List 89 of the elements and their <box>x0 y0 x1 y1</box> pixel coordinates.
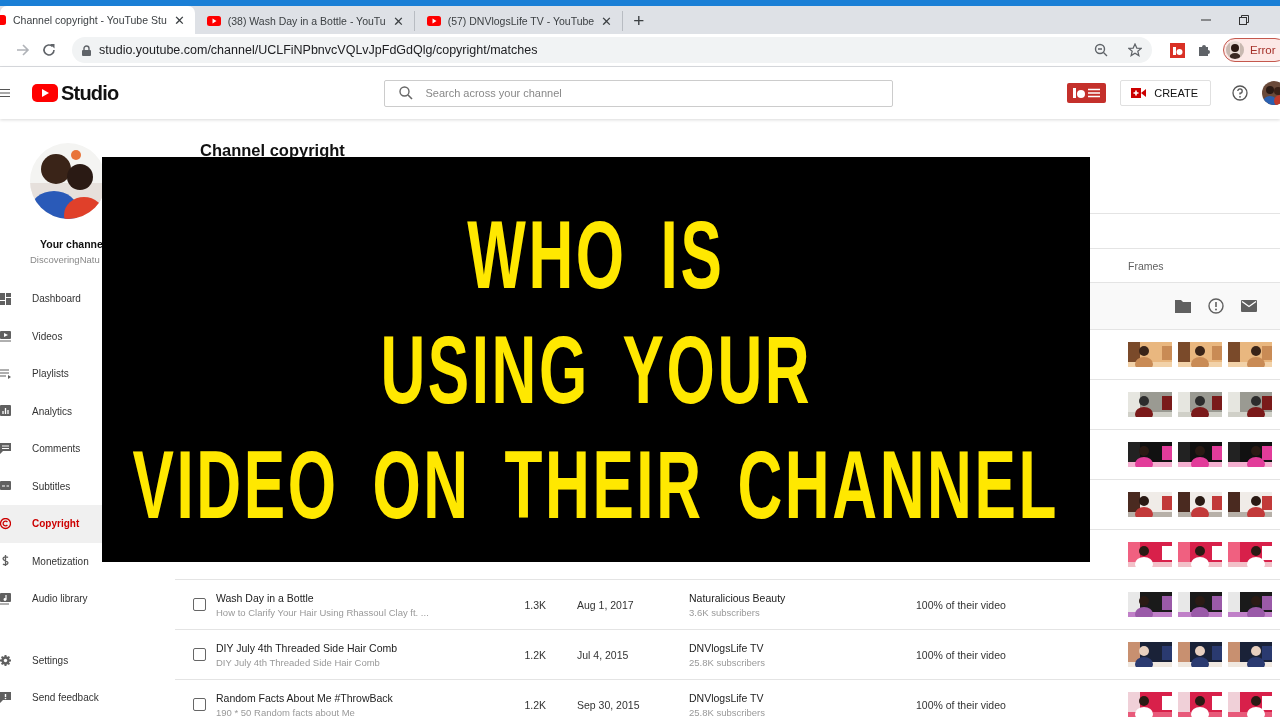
column-header: Frames <box>1128 259 1165 272</box>
settings-icon <box>0 654 11 666</box>
sidebar-item[interactable]: Copyright <box>0 505 102 543</box>
sidebar-item[interactable]: Playlists <box>0 355 102 393</box>
date-text: Jul 4, 2015 <box>577 648 630 661</box>
feedback-icon <box>0 692 11 704</box>
channel-name: DNVlogsLife TV <box>689 641 765 654</box>
video-title: DIY July 4th Threaded Side Hair Comb <box>216 641 399 654</box>
create-button[interactable]: CREATE <box>1120 80 1211 106</box>
checkbox[interactable] <box>193 598 206 611</box>
video-title: Wash Day in a Bottle <box>216 591 315 604</box>
sidebar-item[interactable]: Send feedback <box>0 679 102 717</box>
headline-text: USING YOUR <box>380 314 812 426</box>
dollar-icon <box>0 555 11 568</box>
music-icon <box>0 592 11 605</box>
youtube-logo-icon <box>206 16 221 26</box>
checkbox[interactable] <box>193 698 206 711</box>
headline-text: WHO IS <box>467 199 725 311</box>
subscriber-count: 25.8K subscribers <box>689 706 767 718</box>
star-icon[interactable] <box>1128 43 1142 57</box>
video-icon <box>0 330 11 343</box>
checkbox[interactable] <box>193 648 206 661</box>
match-text: 100% of their video <box>916 598 1007 611</box>
new-tab-button[interactable]: + <box>633 10 645 30</box>
search-input[interactable]: Search across your channel <box>425 87 879 99</box>
video-subtitle: 190 * 50 Random facts about Me <box>216 706 356 718</box>
address-bar[interactable]: studio.youtube.com/channel/UCLFiNPbnvcVQLvJpFdGdQlg/copyright/matches <box>72 37 1152 63</box>
video-title: Random Facts About Me #ThrowBack <box>216 691 394 704</box>
search-field[interactable]: Search across your channel <box>384 79 894 107</box>
sidebar-item[interactable]: Subtitles <box>0 467 102 505</box>
menu-icon <box>1071 87 1102 99</box>
menu-icon[interactable] <box>0 88 10 98</box>
playlist-icon <box>0 367 11 380</box>
youtube-logo-icon <box>32 84 58 102</box>
copyright-icon <box>0 517 11 530</box>
sidebar-item[interactable]: Dashboard <box>0 280 102 318</box>
dashboard-icon <box>0 292 11 305</box>
sidebar-item[interactable]: Videos <box>0 317 102 355</box>
view-count: 1.3K <box>523 598 546 611</box>
video-subtitle: DIY July 4th Threaded Side Hair Comb <box>216 656 381 668</box>
zoom-out-icon[interactable] <box>1094 43 1108 57</box>
match-text: 100% of their video <box>916 648 1007 661</box>
browser-tab[interactable]: (38) Wash Day in a Bottle - YouTu ✕ <box>194 11 415 31</box>
restore-icon[interactable] <box>1238 14 1250 26</box>
browser-tab[interactable]: (57) DNVlogsLife TV - YouTube ✕ <box>414 11 624 31</box>
sidebar-item[interactable]: Monetization <box>0 542 102 580</box>
headline-text: VIDEO ON THEIR CHANNEL <box>132 429 1060 541</box>
channel-heading: Your channe <box>40 237 103 251</box>
sidebar-item[interactable]: Settings <box>0 641 102 679</box>
sidebar-item[interactable]: Analytics <box>0 392 102 430</box>
profile-button[interactable]: Error <box>1223 38 1280 62</box>
video-subtitle: How to Clarify Your Hair Using Rhassoul Clay ft. ... <box>216 606 430 618</box>
subtitles-icon <box>0 480 11 493</box>
close-icon[interactable]: ✕ <box>173 12 185 28</box>
extension-icon[interactable] <box>1170 42 1185 58</box>
view-count: 1.2K <box>523 698 546 711</box>
help-icon[interactable] <box>1232 85 1248 101</box>
view-count: 1.2K <box>523 648 546 661</box>
alert-icon[interactable] <box>1208 298 1224 314</box>
close-icon[interactable]: ✕ <box>392 13 404 29</box>
comment-icon <box>0 442 11 455</box>
channel-name: DNVlogsLife TV <box>689 691 765 704</box>
folder-icon[interactable] <box>1175 299 1191 313</box>
tab-title: (57) DNVlogsLife TV - YouTube <box>447 15 595 27</box>
puzzle-icon[interactable] <box>1197 43 1211 57</box>
date-text: Aug 1, 2017 <box>577 598 635 611</box>
tab-title: (38) Wash Day in a Bottle - YouTu <box>227 15 386 27</box>
lock-icon <box>82 44 91 56</box>
analytics-icon <box>0 405 11 418</box>
url-text: studio.youtube.com/channel/UCLFiNPbnvcVQLvJpFdGdQlg/copyright/matches <box>99 43 539 57</box>
extension-menu-button[interactable] <box>1067 83 1107 103</box>
youtube-logo-icon <box>0 15 6 25</box>
sidebar-item[interactable]: Comments <box>0 430 102 468</box>
date-text: Sep 30, 2015 <box>577 698 641 711</box>
close-icon[interactable]: ✕ <box>601 13 613 29</box>
mail-icon[interactable] <box>1241 300 1257 312</box>
subscriber-count: 3.6K subscribers <box>689 606 761 618</box>
tab-title: Channel copyright - YouTube Stu <box>13 14 167 26</box>
browser-tab[interactable]: Channel copyright - YouTube Stu ✕ <box>0 6 195 34</box>
reload-icon[interactable] <box>42 43 56 57</box>
youtube-logo-icon <box>426 16 441 26</box>
video-camera-icon <box>1131 88 1147 98</box>
subscriber-count: 25.8K subscribers <box>689 656 767 668</box>
studio-logo[interactable]: Studio <box>32 81 119 105</box>
channel-name: Naturalicious Beauty <box>689 591 787 604</box>
match-text: 100% of their video <box>916 698 1007 711</box>
sidebar-item[interactable]: Audio library <box>0 580 102 618</box>
channel-name: DiscoveringNatu <box>30 254 100 266</box>
search-icon <box>399 86 414 100</box>
